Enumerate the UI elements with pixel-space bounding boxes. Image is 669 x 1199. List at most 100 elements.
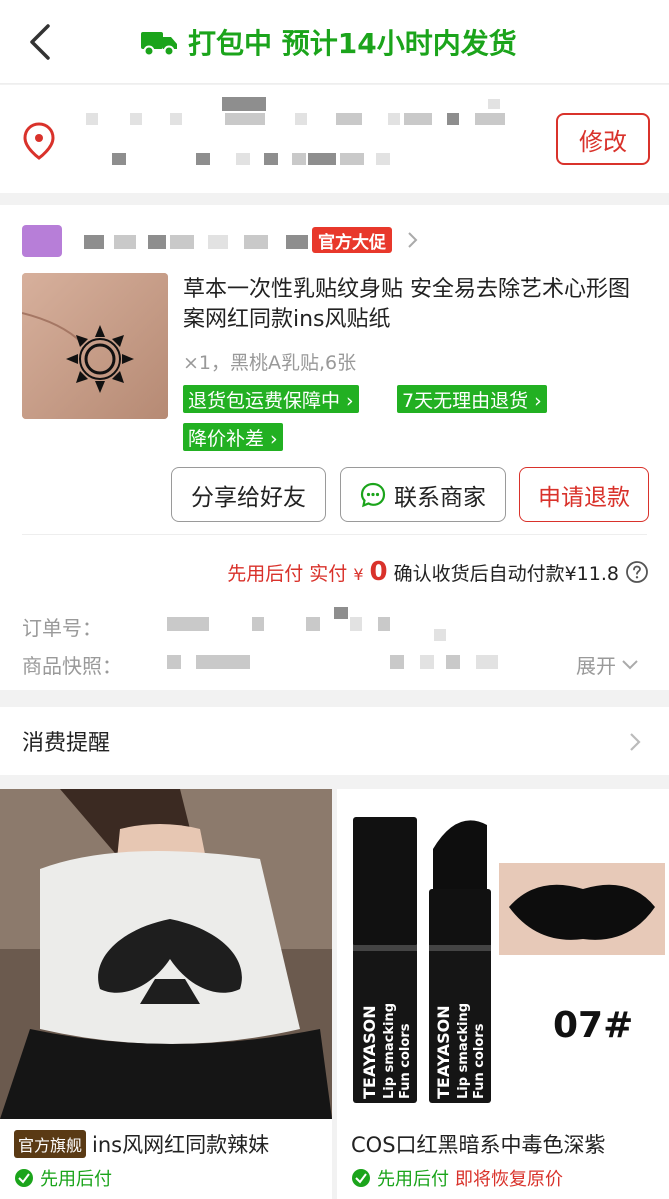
redacted-block [476,655,498,669]
contact-seller-label: 联系商家 [394,484,486,511]
refund-button[interactable]: 申请退款 [519,467,649,522]
redacted-block [236,153,250,165]
seven-day-return-tag[interactable]: 7天无理由退货 › [397,385,547,413]
redacted-block [84,235,104,249]
chevron-left-icon[interactable] [22,20,62,64]
redacted-block [112,153,126,165]
redacted-block [167,617,209,631]
flagship-badge: 官方旗舰 [14,1130,87,1158]
pay-later-label: 先用后付 实付 [227,563,348,585]
pay-later-text: 先用后付 [40,1169,112,1190]
redacted-block [350,617,362,631]
redacted-block [114,235,136,249]
svg-text:Fun colors: Fun colors [472,1023,487,1099]
redacted-block [306,617,320,631]
divider [22,534,647,535]
redacted-block [390,655,404,669]
promo-badge: 官方大促 [312,227,392,253]
redacted-block [340,153,364,165]
redacted-block [420,655,434,669]
redacted-block [376,153,390,165]
truck-icon [141,32,177,57]
redacted-block [86,113,98,125]
modify-address-button[interactable]: 修改 [556,113,650,165]
svg-text:Lip smacking: Lip smacking [382,1003,397,1099]
svg-text:Fun colors: Fun colors [398,1023,413,1099]
redacted-block [170,235,194,249]
recommended-product-title: COS口红黑暗系中毒色深紫 [351,1133,606,1157]
location-pin-icon [23,122,55,160]
redacted-block [244,235,268,249]
redacted-block [404,113,432,125]
shade-number: 07# [553,1005,633,1046]
recommended-product-card[interactable]: 07# TEAYASON Lip smacking Fun colors TEA… [337,789,669,1199]
recommended-title-text: ins风网红同款辣妹 [92,1133,270,1157]
paid-amount: 0 [369,557,388,587]
header: 打包中 预计14小时内发货 [0,0,669,84]
order-card: 官方大促 草本一次性乳贴纹身贴 安全易去除艺术心形图案网红同款ins风贴纸 ×1… [0,205,669,690]
recommended-tags: 先用后付 即将恢复原价 [351,1165,563,1191]
product-spec: ×1，黑桃A乳贴,6张 [183,352,357,374]
recommended-product-card[interactable]: 官方旗舰 ins风网红同款辣妹 先用后付 [0,789,332,1199]
address-section[interactable]: 修改 [0,85,669,193]
redacted-block [196,153,210,165]
share-button[interactable]: 分享给好友 [171,467,326,522]
recommended-product-image: 07# TEAYASON Lip smacking Fun colors TEA… [337,789,669,1119]
shop-row[interactable]: 官方大促 [22,225,442,257]
recommended-product-image [0,789,332,1119]
redacted-block [167,655,181,669]
price-protection-tag[interactable]: 降价补差 › [183,423,283,451]
expand-label: 展开 [576,654,616,678]
expand-toggle[interactable]: 展开 [576,650,640,679]
recommended-product-title: 官方旗舰 ins风网红同款辣妹 [14,1129,269,1159]
redacted-block [286,235,308,249]
shipping-status-text: 打包中 预计14小时内发货 [188,27,517,60]
svg-text:TEAYASON: TEAYASON [360,1005,379,1099]
order-detail-page: 打包中 预计14小时内发货 修改 官方大促 草本一次性乳贴纹身贴 安全易去除艺术… [0,0,669,1199]
redacted-block [208,235,228,249]
product-image[interactable] [22,273,168,419]
chevron-down-icon [622,659,638,669]
contact-seller-button[interactable]: 联系商家 [340,467,506,522]
redacted-block [336,113,362,125]
currency-symbol: ¥ [353,565,364,584]
chevron-right-icon [630,733,641,751]
order-number-label: 订单号： [22,616,102,640]
chat-icon [360,482,386,507]
redacted-block [130,113,142,125]
payment-row: 先用后付 实付 ¥ 0 确认收货后自动付款¥11.8 [227,557,649,587]
redacted-block [308,153,336,165]
redacted-block [388,113,400,125]
redacted-block [378,617,390,631]
product-title[interactable]: 草本一次性乳贴纹身贴 安全易去除艺术心形图案网红同款ins风贴纸 [183,275,643,335]
pay-later-text: 先用后付 [377,1169,449,1190]
recommended-tags: 先用后付 [14,1165,112,1191]
chevron-right-icon [408,232,418,248]
shipping-status: 打包中 预计14小时内发货 [140,22,517,62]
price-restore-text: 即将恢复原价 [455,1169,563,1190]
redacted-block [334,607,348,619]
redacted-block [170,113,182,125]
redacted-block [264,153,278,165]
help-icon[interactable] [625,560,649,584]
svg-text:Lip smacking: Lip smacking [456,1003,471,1099]
pay-later-icon [352,1169,370,1187]
return-shipping-tag[interactable]: 退货包运费保障中 › [183,385,359,413]
redacted-block [434,629,446,641]
redacted-block [447,113,459,125]
tattoo-sticker-illustration [22,273,168,419]
redacted-block [292,153,306,165]
auto-pay-text: 确认收货后自动付款¥11.8 [393,563,619,585]
redacted-block [222,97,266,111]
redacted-block [295,113,307,125]
redacted-block [475,113,505,125]
svg-text:TEAYASON: TEAYASON [434,1005,453,1099]
redacted-block [196,655,250,669]
snapshot-label: 商品快照： [22,654,122,678]
reminder-title: 消费提醒 [22,731,111,756]
redacted-block [225,113,265,125]
redacted-block [252,617,264,631]
shop-avatar [22,225,62,257]
consumption-reminder[interactable]: 消费提醒 [0,707,669,775]
redacted-block [148,235,166,249]
